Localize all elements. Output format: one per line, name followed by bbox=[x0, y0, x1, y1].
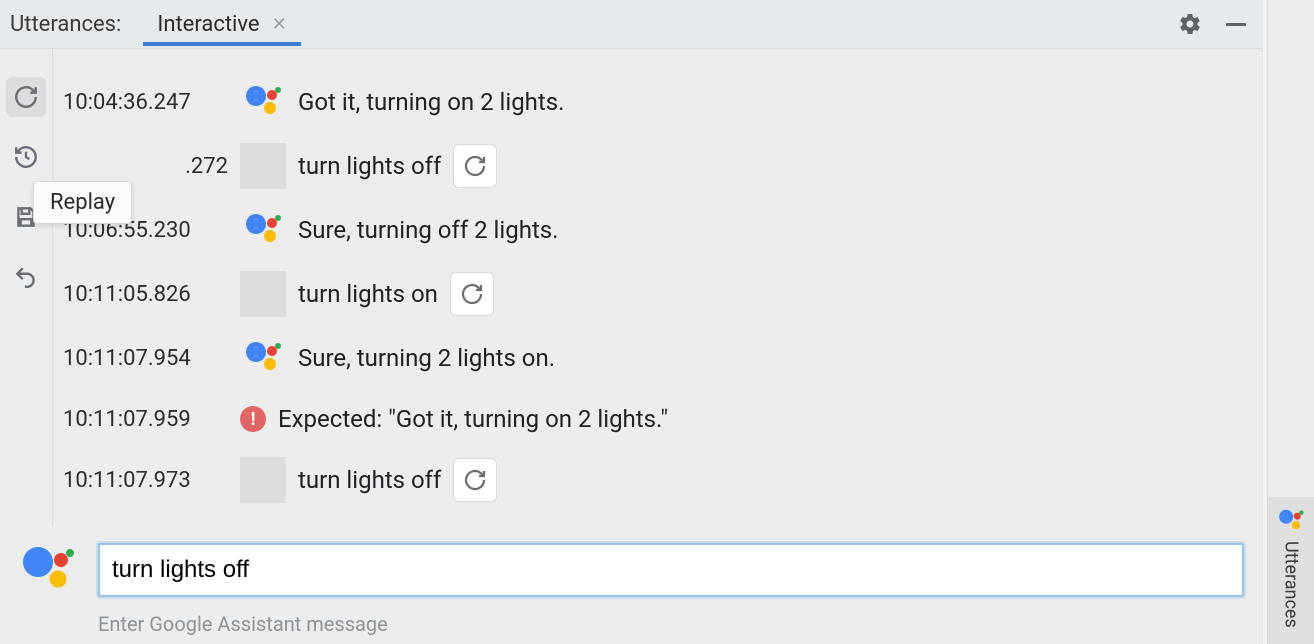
tab-label: Interactive bbox=[157, 12, 259, 37]
replay-utterance-button[interactable] bbox=[453, 144, 497, 188]
user-message: turn lights off bbox=[298, 152, 441, 180]
replay-utterance-button[interactable] bbox=[453, 458, 497, 502]
user-avatar-icon bbox=[240, 457, 286, 503]
log-row: 10:11:07.959 ! Expected: "Got it, turnin… bbox=[63, 399, 1252, 439]
error-message: Expected: "Got it, turning on 2 lights." bbox=[278, 405, 668, 433]
log-row: 10:11:07.954 Sure, turning 2 lights on. bbox=[63, 335, 1252, 381]
utterance-log: 10:04:36.247 Got it, turning on 2 lights… bbox=[52, 49, 1262, 526]
tab-interactive[interactable]: Interactive ✕ bbox=[143, 3, 300, 45]
timestamp: 10:11:07.954 bbox=[63, 346, 228, 371]
undo-button[interactable] bbox=[6, 257, 46, 297]
assistant-logo-icon bbox=[18, 540, 78, 600]
user-message: turn lights off bbox=[298, 466, 441, 494]
assistant-message: Sure, turning 2 lights on. bbox=[298, 344, 555, 372]
log-row: 10:11:07.973 turn lights off bbox=[63, 457, 1252, 503]
left-toolbar bbox=[0, 49, 52, 526]
message-input-bar: Enter Google Assistant message bbox=[0, 526, 1262, 644]
rail-tab-label: Utterances bbox=[1281, 541, 1302, 628]
replay-button[interactable] bbox=[6, 77, 46, 117]
error-icon: ! bbox=[240, 406, 266, 432]
panel-header: Utterances: Interactive ✕ bbox=[0, 0, 1262, 49]
user-avatar-icon bbox=[240, 271, 286, 317]
timestamp: .272 bbox=[63, 154, 228, 179]
tooltip-label: Replay bbox=[50, 190, 115, 215]
assistant-message: Sure, turning off 2 lights. bbox=[298, 216, 558, 244]
assistant-message: Got it, turning on 2 lights. bbox=[298, 88, 564, 116]
user-avatar-icon bbox=[240, 143, 286, 189]
assistant-avatar-icon bbox=[240, 79, 286, 125]
message-input[interactable] bbox=[98, 543, 1244, 597]
timestamp: 10:11:07.973 bbox=[63, 468, 228, 493]
user-message: turn lights on bbox=[298, 280, 438, 308]
right-rail: Utterances bbox=[1267, 0, 1314, 644]
timestamp: 10:04:36.247 bbox=[63, 90, 228, 115]
assistant-avatar-icon bbox=[240, 521, 286, 526]
log-row: .272 turn lights off bbox=[63, 143, 1252, 189]
log-row: 10:06:55.230 Sure, turning off 2 lights. bbox=[63, 207, 1252, 253]
replay-utterance-button[interactable] bbox=[450, 272, 494, 316]
rail-tab-utterances[interactable]: Utterances bbox=[1268, 497, 1314, 644]
history-button[interactable] bbox=[6, 137, 46, 177]
log-row: 10:11:10.114 Sure, turning 2 lights off. bbox=[63, 521, 1252, 526]
minimize-icon[interactable] bbox=[1224, 12, 1248, 36]
panel-title: Utterances: bbox=[10, 12, 121, 37]
close-icon[interactable]: ✕ bbox=[272, 14, 287, 35]
log-row: 10:11:05.826 turn lights on bbox=[63, 271, 1252, 317]
log-row: 10:04:36.247 Got it, turning on 2 lights… bbox=[63, 79, 1252, 125]
timestamp: 10:11:07.959 bbox=[63, 407, 228, 432]
replay-tooltip: Replay bbox=[33, 181, 132, 224]
assistant-logo-icon bbox=[1277, 507, 1305, 535]
timestamp: 10:11:05.826 bbox=[63, 282, 228, 307]
assistant-avatar-icon bbox=[240, 207, 286, 253]
assistant-avatar-icon bbox=[240, 335, 286, 381]
input-hint: Enter Google Assistant message bbox=[98, 612, 1244, 636]
gear-icon[interactable] bbox=[1178, 12, 1202, 36]
